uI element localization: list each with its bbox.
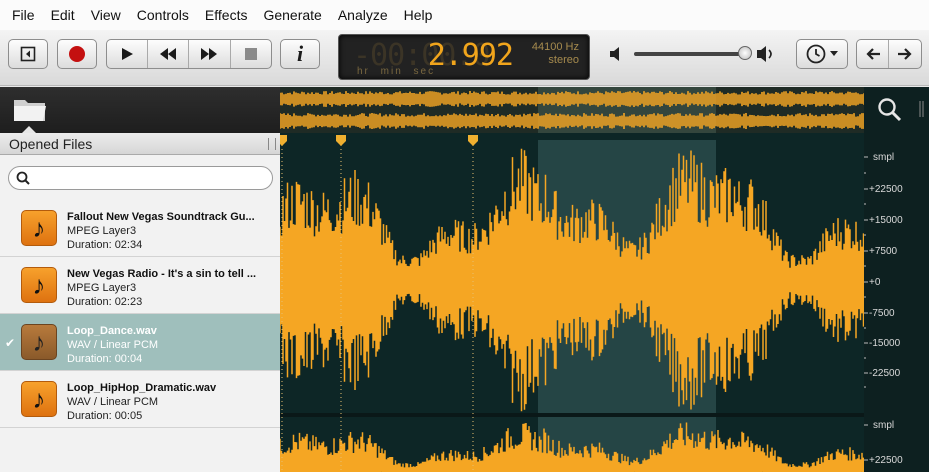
volume-high-icon [757, 46, 772, 62]
music-note-icon: ♪ [21, 324, 57, 360]
file-list-item[interactable]: ✔ ♪ Loop_Dance.wav WAV / Linear PCM Duration… [0, 314, 280, 371]
file-duration: Duration: 00:04 [67, 353, 143, 365]
file-format: WAV / Linear PCM [67, 396, 159, 408]
rewind-icon [159, 48, 176, 60]
menu-analyze[interactable]: Analyze [330, 0, 396, 30]
tab-pointer-icon [22, 126, 36, 133]
fast-forward-icon [201, 48, 218, 60]
scale-tick: +22500 [869, 184, 903, 195]
toggle-sidebar-button[interactable] [8, 39, 48, 69]
file-name: Fallout New Vegas Soundtrack Gu... [67, 211, 255, 223]
scale-tick: +7500 [869, 246, 898, 257]
chevron-down-icon [829, 51, 838, 56]
history-dropdown-button[interactable] [796, 39, 848, 69]
navigation-controls [856, 39, 922, 69]
forward-button[interactable] [889, 40, 921, 68]
record-icon [69, 46, 85, 62]
lcd-units: hr min sec [357, 66, 436, 77]
lcd-channels: stereo [548, 54, 579, 66]
files-sidebar: Opened Files ♪ Fallout New Vegas Soundtra… [0, 87, 280, 472]
scale-tick: -22500 [869, 368, 901, 379]
info-icon: i [296, 41, 304, 66]
volume-slider[interactable] [634, 52, 746, 56]
file-format: MPEG Layer3 [67, 225, 137, 237]
lcd-sample-rate: 44100 Hz [531, 41, 579, 53]
file-duration: Duration: 00:05 [67, 410, 143, 422]
menu-effects[interactable]: Effects [197, 0, 256, 30]
volume-slider-handle[interactable] [738, 46, 752, 60]
scale-tick: -7500 [869, 308, 895, 319]
scale-unit-2: smpl [873, 420, 894, 431]
file-list: ♪ Fallout New Vegas Soundtrack Gu... MPEG … [0, 200, 280, 428]
search-icon [16, 171, 30, 185]
file-name: New Vegas Radio - It's a sin to tell ... [67, 268, 257, 280]
scale-tick: +22500 [869, 455, 903, 466]
amplitude-scale: smpl +22500 +15000 +7500 +0 -7500 -15000… [864, 152, 903, 466]
file-name: Loop_Dance.wav [67, 325, 157, 337]
fast-forward-button[interactable] [189, 40, 231, 68]
scale-tick: -15000 [869, 338, 901, 349]
volume-low-icon [610, 47, 619, 61]
amplitude-scale-panel: smpl +22500 +15000 +7500 +0 -7500 -15000… [864, 87, 929, 472]
scale-unit: smpl [873, 152, 894, 163]
file-search[interactable] [8, 166, 273, 190]
menu-help[interactable]: Help [396, 0, 441, 30]
time-display: -00:00:0 2.992 44100 Hz stereo hr min se… [338, 34, 590, 80]
folder-icon[interactable] [12, 94, 48, 124]
arrow-left-icon [865, 48, 880, 60]
selected-check-icon: ✔ [5, 336, 16, 350]
beat-marker-handle[interactable] [468, 135, 478, 146]
back-button[interactable] [857, 40, 890, 68]
lcd-time: 2.992 [427, 38, 514, 73]
music-note-icon: ♪ [21, 267, 57, 303]
play-button[interactable] [107, 40, 148, 68]
menu-generate[interactable]: Generate [255, 0, 329, 30]
opened-files-header: Opened Files [0, 133, 280, 155]
sidebar-toggle-icon [20, 46, 36, 62]
arrow-right-icon [898, 48, 912, 60]
menu-bar: File Edit View Controls Effects Generate… [0, 0, 929, 30]
file-format: MPEG Layer3 [67, 282, 137, 294]
beat-marker-handle[interactable] [280, 135, 287, 146]
info-button[interactable]: i [280, 39, 320, 69]
file-duration: Duration: 02:34 [67, 239, 143, 251]
play-icon [121, 48, 133, 60]
transport-toolbar: i -00:00:0 2.992 44100 Hz stereo hr min … [0, 30, 929, 86]
music-note-icon: ♪ [21, 381, 57, 417]
beat-marker-handle[interactable] [336, 135, 346, 146]
opened-files-title: Opened Files [9, 136, 93, 152]
file-name: Loop_HipHop_Dramatic.wav [67, 382, 217, 394]
file-list-item[interactable]: ♪ New Vegas Radio - It's a sin to tell ..… [0, 257, 280, 314]
menu-controls[interactable]: Controls [129, 0, 197, 30]
waveform-canvas[interactable] [280, 87, 864, 472]
stop-button[interactable] [231, 40, 271, 68]
lcd-format: 44100 Hz stereo [532, 41, 579, 67]
file-list-item[interactable]: ♪ Loop_HipHop_Dramatic.wav WAV / Linear PC… [0, 371, 280, 428]
clock-icon [806, 44, 825, 64]
record-button[interactable] [57, 39, 97, 69]
waveform-view[interactable] [280, 87, 864, 472]
scale-tick: +15000 [869, 215, 903, 226]
file-format: WAV / Linear PCM [67, 339, 159, 351]
panel-grip-icon[interactable] [268, 138, 276, 150]
rewind-button[interactable] [148, 40, 190, 68]
file-list-item[interactable]: ♪ Fallout New Vegas Soundtrack Gu... MPEG … [0, 200, 280, 257]
file-duration: Duration: 02:23 [67, 296, 143, 308]
sidebar-header [0, 87, 280, 133]
menu-edit[interactable]: Edit [43, 0, 83, 30]
scale-tick: +0 [869, 277, 881, 288]
playback-controls [106, 39, 272, 69]
menu-view[interactable]: View [83, 0, 129, 30]
menu-file[interactable]: File [4, 0, 43, 30]
stop-icon [244, 48, 257, 60]
music-note-icon: ♪ [21, 210, 57, 246]
